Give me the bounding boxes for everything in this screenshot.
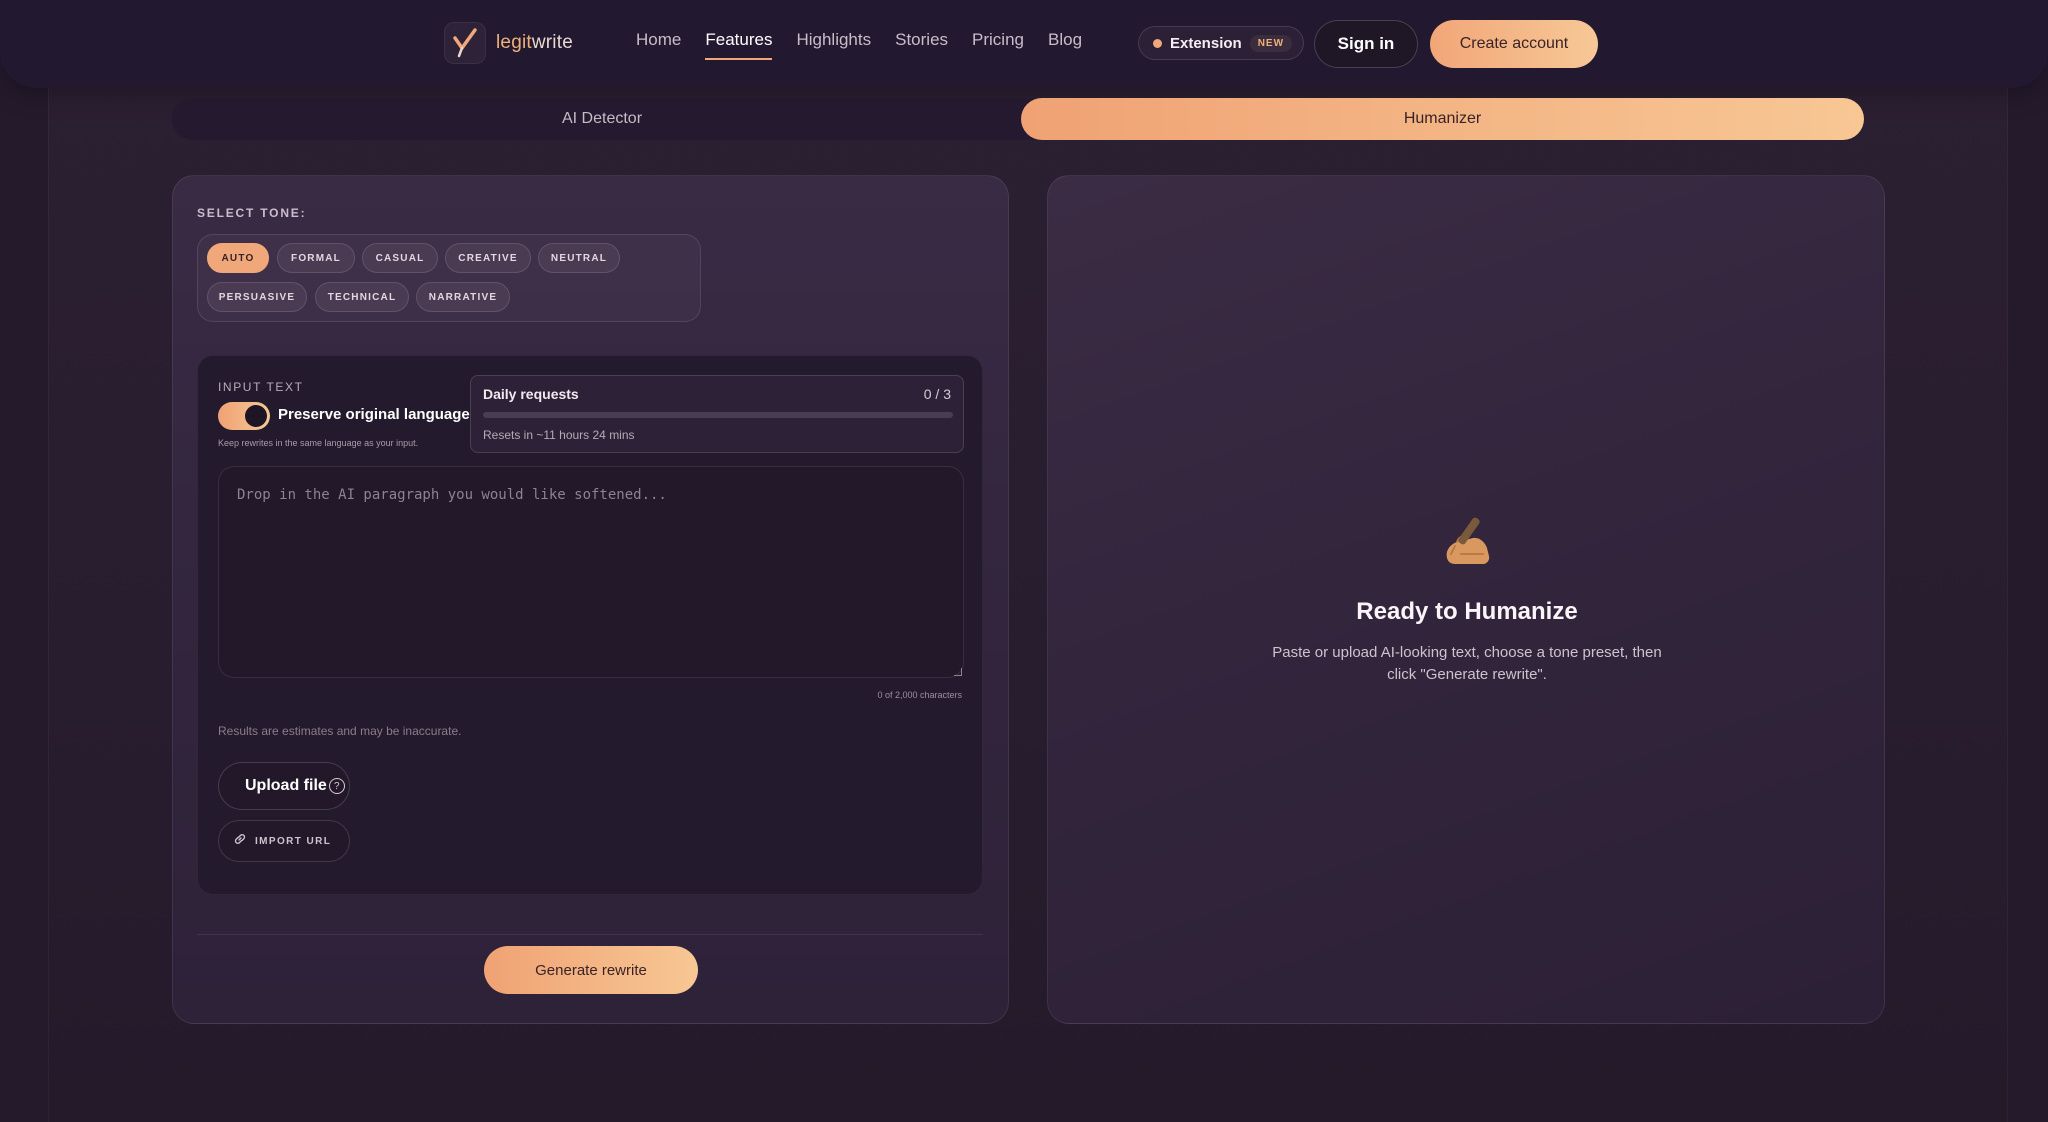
tone-chip-formal[interactable]: FORMAL xyxy=(277,243,355,273)
tone-chip-persuasive[interactable]: PERSUASIVE xyxy=(207,282,307,312)
nav-stories[interactable]: Stories xyxy=(895,30,948,60)
daily-requests-card: Daily requests 0 / 3 Resets in ~11 hours… xyxy=(470,375,964,453)
extension-button[interactable]: Extension NEW xyxy=(1138,26,1304,60)
toggle-knob xyxy=(245,405,267,427)
humanizer-input-panel: SELECT TONE: AUTO FORMAL CASUAL CREATIVE… xyxy=(172,175,1009,1024)
link-icon xyxy=(233,832,247,851)
new-badge: NEW xyxy=(1249,34,1293,52)
tone-chip-creative[interactable]: CREATIVE xyxy=(445,243,531,273)
empty-state-text: Paste or upload AI-looking text, choose … xyxy=(1272,644,1662,683)
input-section-title: INPUT TEXT xyxy=(218,380,304,394)
tab-ai-detector[interactable]: AI Detector xyxy=(172,98,1032,140)
tone-chip-auto[interactable]: AUTO xyxy=(207,243,269,273)
nav-pricing[interactable]: Pricing xyxy=(972,30,1024,60)
main-nav: Home Features Highlights Stories Pricing… xyxy=(636,30,1082,60)
tone-chip-neutral[interactable]: NEUTRAL xyxy=(538,243,620,273)
daily-requests-title: Daily requests xyxy=(483,386,579,402)
tone-chip-technical[interactable]: TECHNICAL xyxy=(315,282,409,312)
daily-requests-progress xyxy=(483,412,953,418)
tab-humanizer[interactable]: Humanizer xyxy=(1021,98,1864,140)
writing-hand-icon xyxy=(1439,514,1497,568)
preserve-language-toggle[interactable] xyxy=(218,402,270,430)
upload-file-button[interactable]: Upload file ? xyxy=(218,762,350,810)
preserve-language-help: Keep rewrites in the same language as yo… xyxy=(218,438,419,448)
accuracy-disclaimer: Results are estimates and may be inaccur… xyxy=(218,724,462,738)
nav-highlights[interactable]: Highlights xyxy=(796,30,871,60)
mode-switcher: AI Detector Humanizer xyxy=(172,98,1864,140)
import-url-label: IMPORT URL xyxy=(255,835,332,847)
logo-checkmark-icon xyxy=(444,22,486,64)
import-url-button[interactable]: IMPORT URL xyxy=(218,820,350,862)
logo-wordmark: legitwrite xyxy=(496,32,573,53)
create-account-button[interactable]: Create account xyxy=(1430,20,1598,68)
input-card: INPUT TEXT Preserve original language Ke… xyxy=(197,355,983,895)
daily-requests-reset: Resets in ~11 hours 24 mins xyxy=(483,428,635,442)
extension-label: Extension xyxy=(1170,34,1242,52)
nav-home[interactable]: Home xyxy=(636,30,681,60)
sign-in-button[interactable]: Sign in xyxy=(1314,20,1418,68)
tone-chip-narrative[interactable]: NARRATIVE xyxy=(416,282,510,312)
section-divider xyxy=(197,934,983,935)
character-count: 0 of 2,000 characters xyxy=(877,690,962,700)
upload-file-label: Upload file xyxy=(245,777,327,794)
nav-features[interactable]: Features xyxy=(705,30,773,60)
resize-handle-icon[interactable] xyxy=(954,668,962,676)
humanizer-output-panel: Ready to Humanize Paste or upload AI-loo… xyxy=(1047,175,1885,1024)
tone-chip-casual[interactable]: CASUAL xyxy=(362,243,438,273)
daily-requests-count: 0 / 3 xyxy=(923,386,951,402)
logo[interactable]: legitwrite xyxy=(444,22,573,64)
status-dot-icon xyxy=(1153,38,1162,48)
nav-blog[interactable]: Blog xyxy=(1048,30,1082,60)
empty-state-title: Ready to Humanize xyxy=(1356,598,1578,625)
tone-selector: AUTO FORMAL CASUAL CREATIVE NEUTRAL PERS… xyxy=(197,234,701,322)
tone-section-title: SELECT TONE: xyxy=(197,206,307,220)
top-navigation-bar: legitwrite Home Features Highlights Stor… xyxy=(0,0,2048,88)
generate-rewrite-button[interactable]: Generate rewrite xyxy=(484,946,698,994)
input-textarea[interactable] xyxy=(218,466,964,678)
help-icon[interactable]: ? xyxy=(328,778,345,794)
preserve-language-label: Preserve original language xyxy=(278,406,470,423)
